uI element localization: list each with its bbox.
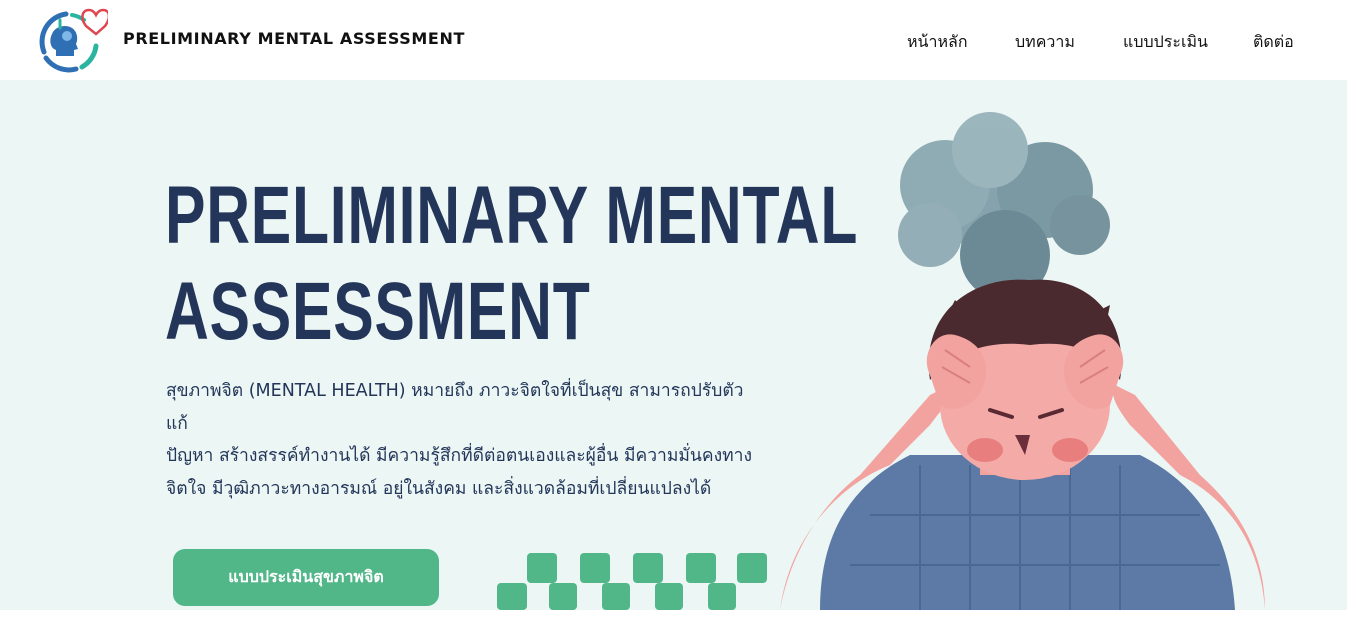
storm-cloud-icon xyxy=(898,112,1110,300)
checker-pattern-decoration xyxy=(497,553,767,610)
hero-description-line-1: สุขภาพจิต (MENTAL HEALTH) หมายถึง ภาวะจิ… xyxy=(166,381,744,434)
assessment-cta-button[interactable]: แบบประเมินสุขภาพจิต xyxy=(173,549,439,606)
stressed-person-illustration xyxy=(780,112,1265,610)
hero-title-line-2: ASSESSMENT xyxy=(165,266,591,357)
hero-description-line-3: จิตใจ มีวุฒิภาวะทางอารมณ์ อยู่ในสังคม แล… xyxy=(166,478,712,499)
hero-title-line-1: PRELIMINARY MENTAL xyxy=(165,170,859,261)
nav-assessment[interactable]: แบบประเมิน xyxy=(1123,30,1208,55)
nav-contact[interactable]: ติดต่อ xyxy=(1253,30,1294,55)
brand-title[interactable]: PRELIMINARY MENTAL ASSESSMENT xyxy=(123,29,465,48)
nav-articles[interactable]: บทความ xyxy=(1015,30,1075,55)
site-header: PRELIMINARY MENTAL ASSESSMENT หน้าหลัก บ… xyxy=(0,0,1347,80)
page-bottom-strip xyxy=(0,610,1347,629)
nav-home[interactable]: หน้าหลัก xyxy=(907,30,968,55)
hero-section: PRELIMINARY MENTAL ASSESSMENT สุขภาพจิต … xyxy=(0,80,1347,610)
hero-title: PRELIMINARY MENTAL ASSESSMENT xyxy=(165,168,859,360)
hero-description: สุขภาพจิต (MENTAL HEALTH) หมายถึง ภาวะจิ… xyxy=(166,375,756,505)
hero-description-line-2: ปัญหา สร้างสรรค์ทำงานได้ มีความรู้สึกที่… xyxy=(166,446,753,466)
logo-icon[interactable] xyxy=(36,6,108,74)
